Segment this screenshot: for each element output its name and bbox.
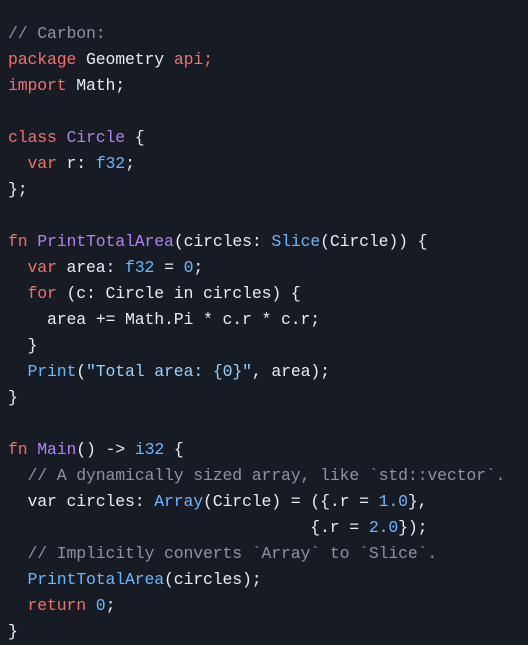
token-plain: } bbox=[8, 335, 38, 355]
token-comment: // A dynamically sized array, like `std:… bbox=[27, 465, 506, 485]
code-line-17: fn Main() -> i32 { bbox=[8, 437, 528, 463]
code-line-5: class Circle { bbox=[8, 125, 528, 151]
code-line-19: var circles: Array(Circle) = ({.r = 1.0}… bbox=[8, 489, 528, 515]
code-block[interactable]: // Carbon: package Geometry api; import Ma… bbox=[0, 16, 528, 641]
token-plain: } bbox=[8, 387, 18, 407]
token-plain: (c: Circle in circles) { bbox=[56, 283, 301, 303]
token-call: Print bbox=[27, 361, 77, 381]
token-keyword: fn bbox=[8, 439, 28, 459]
token-type: f32 bbox=[125, 257, 155, 277]
token-plain: } bbox=[8, 621, 18, 641]
code-line-24: } bbox=[8, 619, 528, 645]
token-plain: ; bbox=[105, 595, 116, 615]
code-line-11: for (c: Circle in circles) { bbox=[8, 281, 528, 307]
token-plain: () -> bbox=[76, 439, 135, 459]
token-keyword: return bbox=[27, 595, 87, 615]
token-plain: ; bbox=[193, 257, 204, 277]
code-line-8 bbox=[8, 203, 528, 229]
token-keyword: fn bbox=[8, 231, 28, 251]
code-line-13: } bbox=[8, 333, 528, 359]
code-line-6: var r: f32; bbox=[8, 151, 528, 177]
token-plain: (circles); bbox=[164, 569, 262, 589]
token-plain: { bbox=[125, 127, 145, 147]
token-number: 2.0 bbox=[368, 517, 399, 537]
token-keyword: var bbox=[27, 257, 57, 277]
token-keyword: for bbox=[27, 283, 57, 303]
token-plain: (Circle)) { bbox=[320, 231, 428, 251]
token-plain: }); bbox=[398, 517, 428, 537]
token-entity: Circle bbox=[66, 127, 126, 147]
token-call: PrintTotalArea bbox=[27, 569, 165, 589]
token-number: 0 bbox=[183, 257, 194, 277]
token-comment: // Implicitly converts `Array` to `Slice… bbox=[27, 543, 438, 563]
token-plain: Geometry bbox=[86, 49, 165, 69]
token-number: 0 bbox=[95, 595, 106, 615]
token-type: Slice bbox=[271, 231, 321, 251]
token-plain: var circles: bbox=[8, 491, 155, 511]
token-keyword: api; bbox=[173, 49, 213, 69]
code-line-4 bbox=[8, 99, 528, 125]
code-line-1: // Carbon: bbox=[8, 21, 528, 47]
code-line-9: fn PrintTotalArea(circles: Slice(Circle)… bbox=[8, 229, 528, 255]
token-type: Array bbox=[154, 491, 204, 511]
token-plain: , area); bbox=[251, 361, 330, 381]
code-line-23: return 0; bbox=[8, 593, 528, 619]
token-plain: area += Math.Pi * c.r * c.r; bbox=[8, 309, 321, 329]
code-line-3: import Math; bbox=[8, 73, 528, 99]
code-line-22: PrintTotalArea(circles); bbox=[8, 567, 528, 593]
token-plain: area: bbox=[56, 257, 126, 277]
token-type: i32 bbox=[134, 439, 165, 459]
token-plain: (circles: bbox=[173, 231, 272, 251]
token-number: 1.0 bbox=[378, 491, 408, 511]
code-line-14: Print("Total area: {0}", area); bbox=[8, 359, 528, 385]
token-entity: PrintTotalArea bbox=[37, 231, 174, 251]
code-line-12: area += Math.Pi * c.r * c.r; bbox=[8, 307, 528, 333]
code-line-10: var area: f32 = 0; bbox=[8, 255, 528, 281]
token-plain: = bbox=[154, 257, 184, 277]
code-line-15: } bbox=[8, 385, 528, 411]
token-keyword: import bbox=[8, 75, 67, 95]
token-plain: { bbox=[164, 439, 184, 459]
code-line-18: // A dynamically sized array, like `std:… bbox=[8, 463, 528, 489]
token-plain: ; bbox=[125, 153, 135, 173]
token-comment: // Carbon: bbox=[8, 23, 106, 43]
token-plain: }, bbox=[407, 491, 428, 511]
token-plain: {.r = bbox=[8, 517, 369, 537]
token-plain: Math; bbox=[76, 75, 126, 95]
token-type: f32 bbox=[95, 153, 126, 173]
token-keyword: package bbox=[8, 49, 77, 69]
token-entity: Main bbox=[37, 439, 77, 459]
code-line-16 bbox=[8, 411, 528, 437]
code-line-7: }; bbox=[8, 177, 528, 203]
token-plain: ( bbox=[76, 361, 87, 381]
code-line-20: {.r = 2.0}); bbox=[8, 515, 528, 541]
token-keyword: class bbox=[8, 127, 57, 147]
token-plain: }; bbox=[8, 179, 28, 199]
token-plain: r: bbox=[56, 153, 96, 173]
token-keyword: var bbox=[27, 153, 57, 173]
token-string: "Total area: {0}" bbox=[86, 361, 252, 381]
token-plain: (Circle) = ({.r = bbox=[203, 491, 379, 511]
code-line-2: package Geometry api; bbox=[8, 47, 528, 73]
